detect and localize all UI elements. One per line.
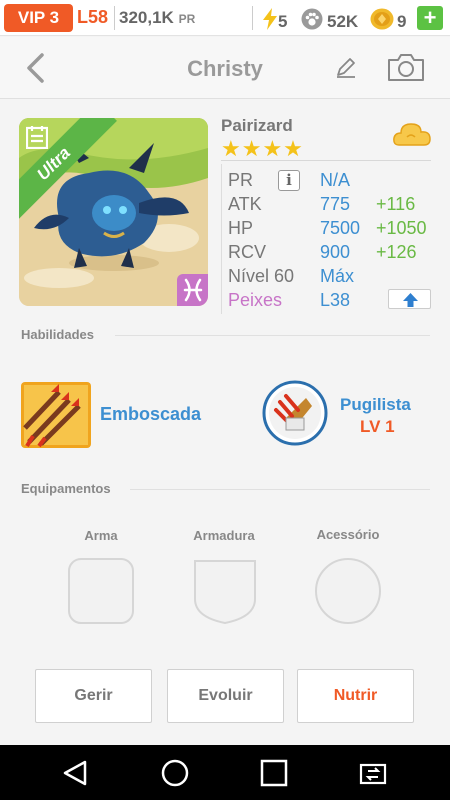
skill-2-name[interactable]: Pugilista xyxy=(340,395,411,415)
zodiac-label: Peixes xyxy=(228,290,283,310)
star-rating: ★★★★ xyxy=(221,136,304,161)
stat-bonus: +116 xyxy=(376,194,416,214)
power-rating: 320,1K PR xyxy=(119,8,195,28)
arrow-up-icon xyxy=(403,293,418,307)
add-currency-button[interactable]: + xyxy=(417,6,443,30)
divider xyxy=(115,335,430,336)
stat-bonus: +1050 xyxy=(376,218,427,238)
info-icon[interactable]: i xyxy=(278,170,300,191)
zodiac-badge xyxy=(177,274,208,306)
camera-icon[interactable] xyxy=(387,52,425,82)
skill-2-level: LV 1 xyxy=(360,417,395,436)
page-title: Christy xyxy=(187,56,263,81)
back-triangle-icon[interactable] xyxy=(60,758,90,788)
weapon-slot[interactable] xyxy=(67,557,135,625)
stat-value: N/A xyxy=(320,170,351,190)
stat-value: 7500 xyxy=(320,218,361,238)
skills-heading: Habilidades xyxy=(21,327,94,342)
cloud-element-icon[interactable] xyxy=(393,121,431,149)
vip-badge[interactable]: VIP 3 xyxy=(4,4,73,32)
feed-button[interactable]: Nutrir xyxy=(297,669,414,723)
armor-slot-label: Armadura xyxy=(193,528,255,543)
energy-counter[interactable]: 5 xyxy=(262,8,287,32)
pet-portrait[interactable]: Ultra xyxy=(19,118,208,306)
pencil-icon[interactable] xyxy=(334,55,358,79)
energy-value: 5 xyxy=(278,12,288,31)
paw-icon xyxy=(301,8,323,30)
weapon-slot-label: Arma xyxy=(84,528,118,543)
pet-species-name: Pairizard xyxy=(221,116,293,135)
stat-label: PR xyxy=(228,170,254,190)
skill-brawler-icon[interactable] xyxy=(262,380,328,446)
stat-bonus: +126 xyxy=(376,242,417,262)
armor-slot[interactable] xyxy=(191,557,259,625)
evolve-button[interactable]: Evoluir xyxy=(167,669,284,723)
accessory-slot[interactable] xyxy=(314,557,382,625)
system-nav-bar xyxy=(0,745,450,800)
stat-label: ATK xyxy=(228,194,262,214)
resource-bar: VIP 3 L58 320,1K PR 5 52K 9 + xyxy=(0,0,450,36)
stat-label: HP xyxy=(228,218,254,238)
screen-switch-icon[interactable] xyxy=(358,758,388,788)
pisces-icon xyxy=(183,278,203,302)
stat-value: Máx xyxy=(320,266,355,286)
zodiac-level: L38 xyxy=(320,290,351,310)
coin-icon xyxy=(370,8,394,30)
divider xyxy=(114,6,115,30)
stat-value: 775 xyxy=(320,194,351,214)
power-unit: PR xyxy=(178,12,196,26)
equipment-heading: Equipamentos xyxy=(21,481,111,496)
player-level: L58 xyxy=(77,7,109,27)
stat-label: Nível 60 xyxy=(228,266,295,286)
stat-label: RCV xyxy=(228,242,267,262)
coin-value: 9 xyxy=(397,12,407,31)
recents-square-icon[interactable] xyxy=(259,758,289,788)
lightning-icon xyxy=(263,8,277,30)
manage-button[interactable]: Gerir xyxy=(35,669,152,723)
paw-value: 52K xyxy=(327,12,359,31)
divider xyxy=(252,6,253,30)
stat-value: 900 xyxy=(320,242,351,262)
divider xyxy=(221,160,431,161)
coin-counter[interactable]: 9 xyxy=(370,8,406,32)
page-header: Christy xyxy=(0,37,450,99)
note-icon[interactable] xyxy=(25,125,49,150)
home-circle-icon[interactable] xyxy=(160,758,190,788)
divider xyxy=(130,489,430,490)
skill-ambush-icon[interactable] xyxy=(21,382,91,448)
paw-counter[interactable]: 52K xyxy=(301,8,358,32)
skill-1-name[interactable]: Emboscada xyxy=(100,404,201,425)
zodiac-upgrade-button[interactable] xyxy=(388,289,431,309)
accessory-slot-label: Acessório xyxy=(316,527,380,542)
power-value: 320,1K xyxy=(119,8,174,27)
